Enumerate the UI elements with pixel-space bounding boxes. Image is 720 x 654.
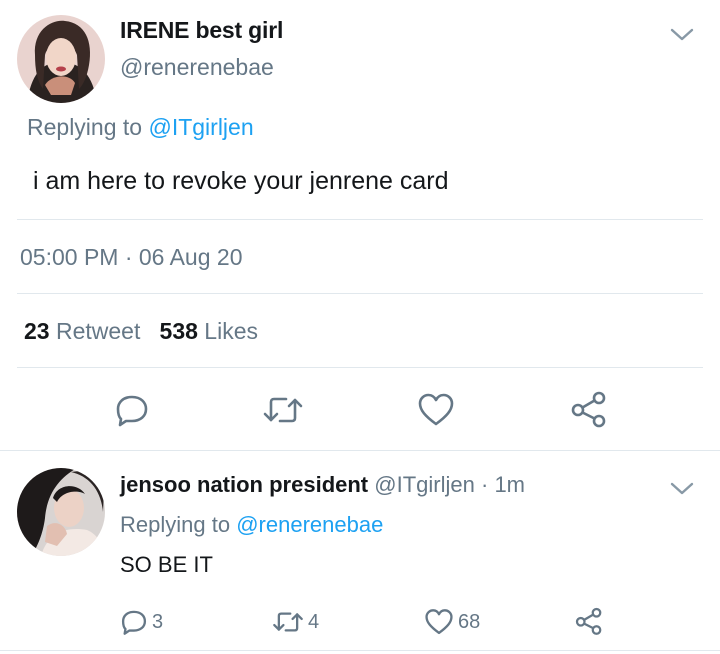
tweet-timestamp[interactable]: 05:00 PM · 06 Aug 20 xyxy=(20,244,243,271)
reply-retweet-button[interactable]: 4 xyxy=(272,608,319,636)
divider xyxy=(17,293,703,294)
reply-header: jensoo nation president @ITgirljen · 1m xyxy=(120,472,525,498)
retweet-label[interactable]: Retweet xyxy=(56,318,140,344)
reply-like-button[interactable]: 68 xyxy=(424,608,480,636)
main-replying-line: Replying to @ITgirljen xyxy=(27,114,254,141)
retweet-icon xyxy=(263,397,303,423)
retweet-button[interactable] xyxy=(262,390,304,430)
replying-prefix: Replying to xyxy=(27,114,143,140)
tweet-text: i am here to revoke your jenrene card xyxy=(33,167,449,195)
replying-to-link[interactable]: @ITgirljen xyxy=(148,114,253,140)
reply-display-name[interactable]: jensoo nation president xyxy=(120,472,368,497)
main-display-name[interactable]: IRENE best girl xyxy=(120,17,283,44)
share-button[interactable] xyxy=(568,388,610,430)
share-icon xyxy=(571,391,606,428)
reply-icon xyxy=(116,395,148,427)
reply-retweet-count: 4 xyxy=(308,610,320,633)
reply-like-count: 68 xyxy=(458,610,481,633)
like-button[interactable] xyxy=(416,390,456,430)
heart-icon xyxy=(425,609,453,635)
divider xyxy=(17,367,703,368)
replying-prefix: Replying to xyxy=(120,512,231,537)
reply-time[interactable]: 1m xyxy=(494,472,525,497)
retweet-count[interactable]: 23 xyxy=(24,318,50,344)
heart-icon xyxy=(418,393,454,426)
reply-replying-line: Replying to @renerenebae xyxy=(120,512,383,538)
share-icon xyxy=(575,607,602,635)
divider xyxy=(0,450,720,451)
chevron-down-icon[interactable] xyxy=(669,27,695,43)
like-count[interactable]: 538 xyxy=(160,318,198,344)
replying-to-link[interactable]: @renerenebae xyxy=(236,512,383,537)
divider xyxy=(0,650,720,651)
retweet-icon xyxy=(273,612,303,632)
divider xyxy=(17,219,703,220)
reply-text: SO BE IT xyxy=(120,552,213,577)
like-label[interactable]: Likes xyxy=(204,318,258,344)
reply-icon xyxy=(121,610,147,635)
reply-share-button[interactable] xyxy=(574,606,608,636)
reply-reply-button[interactable]: 3 xyxy=(120,608,163,636)
reply-avatar[interactable] xyxy=(17,468,105,556)
main-avatar[interactable] xyxy=(17,15,105,103)
main-handle[interactable]: @renerenebae xyxy=(120,54,274,81)
reply-count: 3 xyxy=(152,610,164,633)
reply-button[interactable] xyxy=(112,390,152,430)
header-separator: · xyxy=(480,472,489,497)
reply-handle[interactable]: @ITgirljen xyxy=(374,472,475,497)
tweet-stats: 23 Retweet 538 Likes xyxy=(24,318,258,345)
chevron-down-icon[interactable] xyxy=(669,481,695,497)
